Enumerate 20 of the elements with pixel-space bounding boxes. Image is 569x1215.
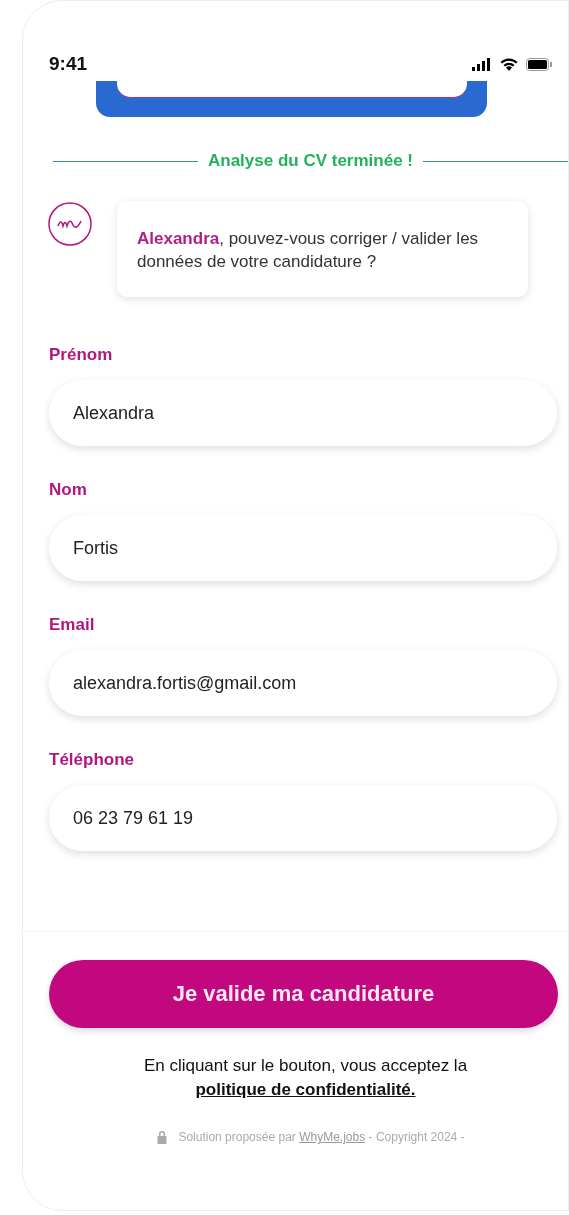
input-field[interactable]: Alexandra — [49, 380, 557, 446]
input-field[interactable]: Fortis — [49, 515, 557, 581]
status-time: 9:41 — [49, 53, 88, 75]
consent-text: En cliquant sur le bouton, vous acceptez la politique de confidentialité. — [142, 1055, 469, 1101]
input-field[interactable]: alexandra.fortis@gmail.com — [49, 650, 557, 716]
footer-text: Solution proposée par WhyMe.jobs - Copyright 2024 - — [178, 1130, 465, 1144]
battery-icon — [526, 57, 552, 71]
submit-button[interactable]: Je valide ma candidature — [49, 960, 558, 1028]
lock-icon — [156, 1130, 169, 1144]
input-field[interactable]: 06 23 79 61 19 — [49, 785, 557, 851]
privacy-link[interactable]: politique de confidentialité. — [195, 1080, 416, 1099]
signal-icon — [472, 57, 492, 71]
field-label: Email — [49, 615, 96, 635]
field-label: Prénom — [49, 345, 114, 365]
field-label: Téléphone — [49, 750, 135, 770]
field-label: Nom — [49, 480, 88, 500]
chat-message: Alexandra, pouvez-vous corriger / valider les données de votre candidature ? — [117, 201, 528, 297]
divider-label: Analyse du CV terminée ! — [208, 151, 413, 171]
logo-icon — [47, 201, 93, 247]
wifi-icon — [500, 57, 518, 71]
